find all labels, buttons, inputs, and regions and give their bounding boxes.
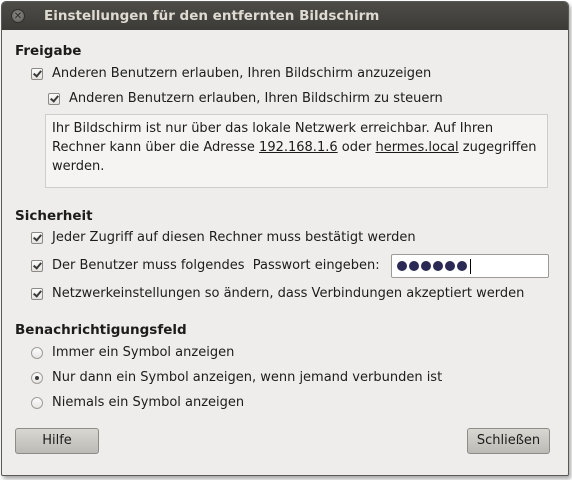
info-text: Rechner kann über die Adresse xyxy=(52,140,260,155)
password-mask-dot xyxy=(445,261,455,271)
info-line-2: Rechner kann über die Adresse 192.168.1.… xyxy=(52,138,541,157)
allow-view-label: Anderen Benutzern erlauben, Ihren Bildsc… xyxy=(52,66,432,81)
password-input[interactable] xyxy=(391,254,549,278)
confirm-access-option[interactable]: Jeder Zugriff auf diesen Rechner muss be… xyxy=(31,230,416,245)
password-mask-dot xyxy=(397,261,407,271)
password-mask-dot xyxy=(433,261,443,271)
window-title: Einstellungen für den entfernten Bildsch… xyxy=(44,8,380,24)
password-mask-dot xyxy=(409,261,419,271)
info-line-3: werden. xyxy=(52,159,105,174)
notify-always-label: Immer ein Symbol anzeigen xyxy=(52,345,235,360)
require-password-checkbox[interactable] xyxy=(31,259,43,272)
allow-view-option[interactable]: Anderen Benutzern erlauben, Ihren Bildsc… xyxy=(31,66,431,81)
allow-control-checkbox[interactable] xyxy=(48,92,60,105)
section-heading-notification: Benachrichtigungsfeld xyxy=(15,322,187,338)
network-config-label: Netzwerkeinstellungen so ändern, dass Ve… xyxy=(52,286,525,301)
hostname-link[interactable]: hermes.local xyxy=(375,140,458,155)
network-config-option[interactable]: Netzwerkeinstellungen so ändern, dass Ve… xyxy=(31,286,524,301)
info-text: zugegriffen xyxy=(458,140,537,155)
confirm-access-label: Jeder Zugriff auf diesen Rechner muss be… xyxy=(52,230,416,245)
notify-option-always[interactable]: Immer ein Symbol anzeigen xyxy=(31,345,234,360)
notify-connected-label: Nur dann ein Symbol anzeigen, wenn jeman… xyxy=(52,370,443,385)
password-mask-dot xyxy=(421,261,431,271)
notify-option-never[interactable]: Niemals ein Symbol anzeigen xyxy=(31,395,244,410)
confirm-access-checkbox[interactable] xyxy=(31,231,43,244)
notify-never-radio[interactable] xyxy=(31,396,43,409)
close-window-button[interactable]: ✕ xyxy=(11,9,25,23)
preferences-window: ✕ Einstellungen für den entfernten Bilds… xyxy=(1,1,569,476)
section-heading-security: Sicherheit xyxy=(15,208,93,224)
notify-connected-radio[interactable] xyxy=(31,371,43,384)
network-config-checkbox[interactable] xyxy=(31,287,43,300)
notify-never-label: Niemals ein Symbol anzeigen xyxy=(52,395,245,410)
info-line-1: Ihr Bildschirm ist nur über das lokale N… xyxy=(52,121,494,136)
close-button[interactable]: Schließen xyxy=(467,428,550,454)
section-heading-sharing: Freigabe xyxy=(15,43,82,59)
text-caret xyxy=(470,258,471,274)
title-bar: ✕ Einstellungen für den entfernten Bilds… xyxy=(2,2,568,30)
close-icon: ✕ xyxy=(13,11,23,22)
require-password-label: Der Benutzer muss folgendes Passwort ein… xyxy=(52,258,380,273)
notify-option-connected[interactable]: Nur dann ein Symbol anzeigen, wenn jeman… xyxy=(31,370,442,385)
allow-control-label: Anderen Benutzern erlauben, Ihren Bildsc… xyxy=(69,91,443,106)
allow-view-checkbox[interactable] xyxy=(31,67,43,80)
network-info-box: Ihr Bildschirm ist nur über das lokale N… xyxy=(45,114,548,188)
info-text: oder xyxy=(337,140,376,155)
require-password-option[interactable]: Der Benutzer muss folgendes Passwort ein… xyxy=(31,258,380,273)
help-button[interactable]: Hilfe xyxy=(15,428,99,454)
notify-always-radio[interactable] xyxy=(31,346,43,359)
ip-address-link[interactable]: 192.168.1.6 xyxy=(259,140,338,155)
allow-control-option[interactable]: Anderen Benutzern erlauben, Ihren Bildsc… xyxy=(48,91,443,106)
password-mask-dot xyxy=(457,261,467,271)
